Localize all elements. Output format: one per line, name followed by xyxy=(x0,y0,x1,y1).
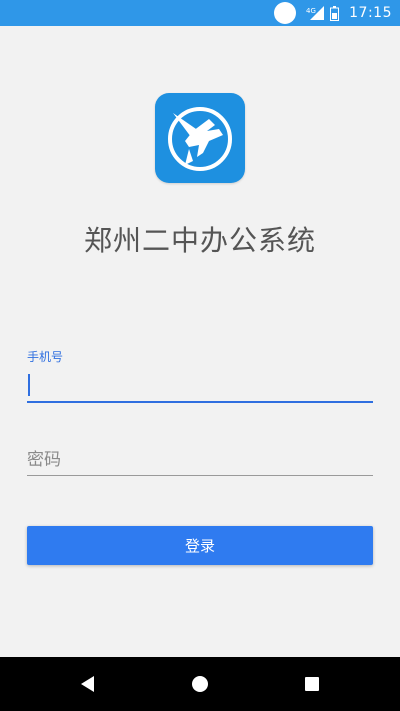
navigation-bar xyxy=(0,657,400,711)
flying-horse-logo-icon xyxy=(168,107,232,171)
password-input[interactable] xyxy=(27,444,373,476)
text-caret xyxy=(28,374,30,396)
back-icon[interactable] xyxy=(80,676,96,692)
network-type-label: 4G xyxy=(306,7,316,15)
battery-icon xyxy=(330,5,340,21)
home-icon[interactable] xyxy=(192,676,208,692)
phone-field-label: 手机号 xyxy=(27,350,64,364)
signal-icon: 4G xyxy=(306,6,325,20)
app-title: 郑州二中办公系统 xyxy=(83,224,316,257)
status-bar: 4G 17:15 xyxy=(0,0,400,26)
phone-field-underline xyxy=(27,401,373,403)
password-field-underline xyxy=(27,475,373,476)
app-logo xyxy=(155,93,245,183)
status-time: 17:15 xyxy=(349,5,392,21)
notification-dot-icon xyxy=(274,2,297,24)
recents-icon[interactable] xyxy=(305,677,319,691)
phone-input[interactable] xyxy=(27,368,373,402)
login-button[interactable]: 登录 xyxy=(27,526,373,565)
login-screen: 4G 17:15 郑州二中办公系统 手机号 登录 xyxy=(0,0,400,711)
